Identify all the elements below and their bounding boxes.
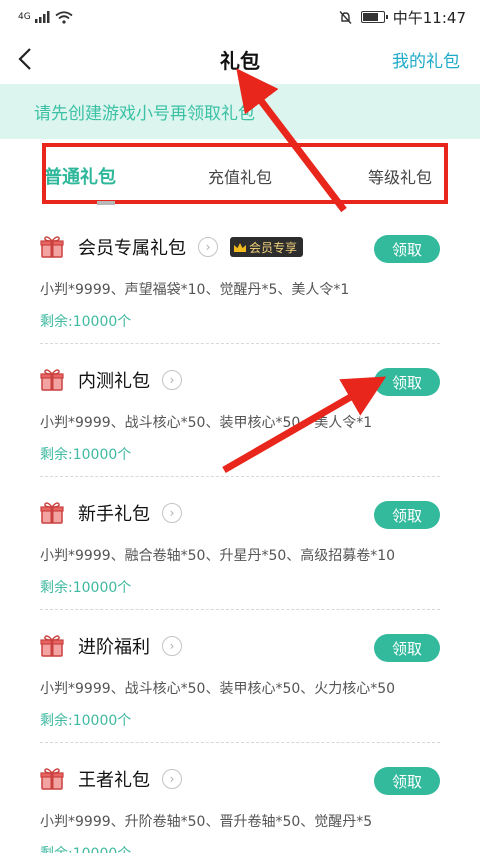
- gift-name: 王者礼包: [78, 770, 150, 791]
- gift-contents: 小判*9999、战斗核心*50、装甲核心*50、火力核心*50: [40, 681, 396, 697]
- nav-bar: 礼包 我的礼包: [0, 34, 480, 84]
- claim-button[interactable]: 领取: [374, 235, 440, 263]
- gift-contents: 小判*9999、融合卷轴*50、升星丹*50、高级招募卷*10: [40, 548, 396, 564]
- clock: 中午11:47: [392, 8, 466, 27]
- gift-name: 内测礼包: [78, 371, 150, 392]
- chevron-left-icon: [18, 48, 31, 70]
- tab-recharge[interactable]: 充值礼包: [160, 162, 320, 188]
- claim-button[interactable]: 领取: [374, 767, 440, 795]
- gift-icon: [40, 236, 64, 258]
- gift-contents: 小判*9999、声望福袋*10、觉醒丹*5、美人令*1: [40, 282, 350, 298]
- gift-tabs: 普通礼包 充值礼包 等级礼包: [0, 139, 480, 211]
- gift-remaining: 剩余:10000个: [40, 314, 132, 330]
- chevron-right-icon[interactable]: ›: [198, 237, 218, 257]
- claim-button[interactable]: 领取: [374, 368, 440, 396]
- battery-icon: [360, 11, 388, 23]
- list-item: 新手礼包 › 领取 小判*9999、融合卷轴*50、升星丹*50、高级招募卷*1…: [40, 477, 440, 610]
- create-account-notice: 请先创建游戏小号再领取礼包: [0, 84, 480, 139]
- gift-list: 会员专属礼包 › 会员专享 领取 小判*9999、声望福袋*10、觉醒丹*5、美…: [0, 211, 480, 853]
- wifi-icon: [55, 10, 73, 24]
- status-bar: 4G 中午11:47: [0, 0, 480, 34]
- battery-level: [362, 13, 379, 21]
- list-item: 会员专属礼包 › 会员专享 领取 小判*9999、声望福袋*10、觉醒丹*5、美…: [40, 211, 440, 344]
- gift-name: 新手礼包: [78, 504, 150, 525]
- signal-icon: [34, 11, 50, 23]
- vip-badge-label: 会员专享: [249, 240, 298, 255]
- tab-level[interactable]: 等级礼包: [320, 162, 480, 188]
- list-item: 进阶福利 › 领取 小判*9999、战斗核心*50、装甲核心*50、火力核心*5…: [40, 610, 440, 743]
- list-item: 王者礼包 › 领取 小判*9999、升阶卷轴*50、晋升卷轴*50、觉醒丹*5 …: [40, 743, 440, 853]
- gift-remaining: 剩余:10000个: [40, 447, 132, 463]
- gift-remaining: 剩余:10000个: [40, 580, 132, 596]
- tab-normal[interactable]: 普通礼包: [0, 161, 160, 189]
- network-type: 4G: [18, 12, 31, 22]
- gift-icon: [40, 768, 64, 790]
- chevron-right-icon[interactable]: ›: [162, 636, 182, 656]
- gift-contents: 小判*9999、升阶卷轴*50、晋升卷轴*50、觉醒丹*5: [40, 814, 373, 830]
- claim-button[interactable]: 领取: [374, 501, 440, 529]
- gift-remaining: 剩余:10000个: [40, 713, 132, 729]
- chevron-right-icon[interactable]: ›: [162, 769, 182, 789]
- gift-remaining: 剩余:10000个: [40, 843, 440, 853]
- gift-icon: [40, 502, 64, 524]
- claim-button[interactable]: 领取: [374, 634, 440, 662]
- gift-name: 会员专属礼包: [78, 238, 186, 259]
- mute-bell-icon: [339, 10, 352, 24]
- crown-icon: [234, 242, 246, 252]
- chevron-right-icon[interactable]: ›: [162, 370, 182, 390]
- gift-icon: [40, 635, 64, 657]
- gift-icon: [40, 369, 64, 391]
- back-button[interactable]: [18, 44, 48, 74]
- gift-name: 进阶福利: [78, 637, 150, 658]
- vip-badge: 会员专享: [230, 237, 304, 257]
- my-gifts-link[interactable]: 我的礼包: [392, 47, 460, 72]
- status-right: 中午11:47: [338, 7, 466, 28]
- gift-contents: 小判*9999、战斗核心*50、装甲核心*50、美人令*1: [40, 415, 373, 431]
- chevron-right-icon[interactable]: ›: [162, 503, 182, 523]
- signal-group: 4G: [18, 10, 73, 24]
- list-item: 内测礼包 › 领取 小判*9999、战斗核心*50、装甲核心*50、美人令*1 …: [40, 344, 440, 477]
- tab-indicator: [97, 201, 115, 205]
